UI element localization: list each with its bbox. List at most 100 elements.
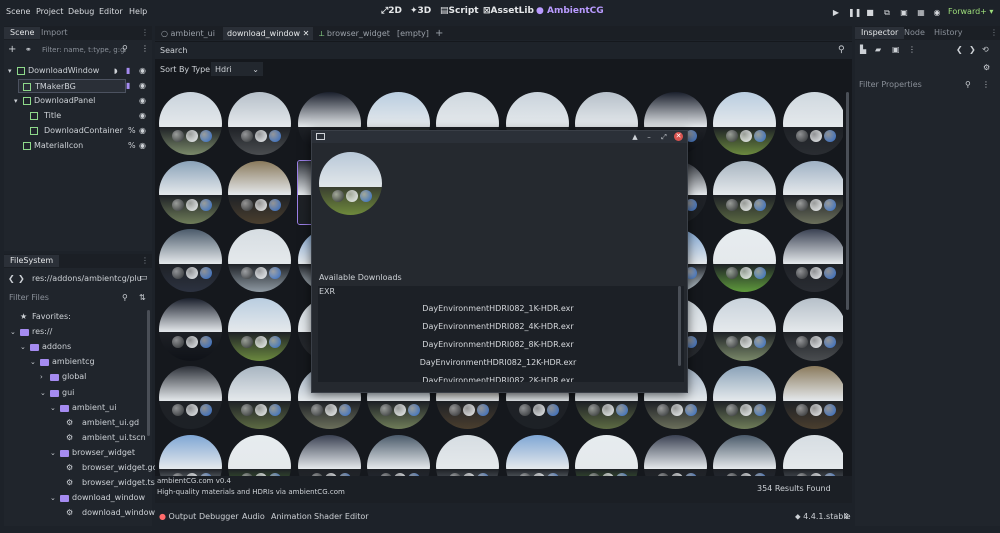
tree-node-tmakerbg[interactable]: TMakerBG — [18, 79, 126, 93]
workspace-2d-button[interactable]: ⤢2D — [381, 6, 402, 16]
filesystem-scrollbar[interactable] — [147, 310, 150, 436]
hdri-thumbnail[interactable] — [782, 434, 843, 476]
collapse-icon[interactable]: ⌄ — [50, 401, 56, 415]
collapse-icon[interactable]: ⌄ — [10, 325, 16, 339]
collapse-icon[interactable]: › — [40, 370, 43, 384]
file-filter-input[interactable]: Filter Files — [9, 293, 49, 302]
history-icon[interactable]: ⟲ — [982, 45, 989, 54]
menu-help[interactable]: Help — [129, 7, 147, 16]
hdri-thumbnail[interactable] — [228, 297, 292, 361]
tab-output[interactable]: ● Output — [159, 512, 196, 521]
tab-empty[interactable]: [empty] — [393, 27, 433, 40]
hdri-thumbnail[interactable] — [228, 434, 292, 476]
add-node-icon[interactable]: + — [8, 44, 16, 55]
hdri-thumbnail[interactable] — [713, 92, 777, 155]
back-icon[interactable]: ❮ — [8, 274, 15, 283]
collapse-icon[interactable]: ⌄ — [40, 386, 46, 400]
hdri-thumbnail[interactable] — [159, 160, 222, 224]
menu-editor[interactable]: Editor — [99, 7, 123, 16]
tree-node-materialicon[interactable]: MaterialIcon % ◉ — [4, 139, 152, 153]
visibility-icon[interactable]: ◉ — [139, 124, 146, 138]
hdri-thumbnail[interactable] — [782, 160, 843, 224]
play-scene-icon[interactable]: ▣ — [899, 8, 909, 18]
hdri-thumbnail[interactable] — [713, 160, 777, 224]
hdri-thumbnail[interactable] — [436, 434, 500, 476]
panel-toggle-icon[interactable]: ⇕ — [843, 512, 850, 521]
hdri-thumbnail[interactable] — [574, 434, 638, 476]
grid-scrollbar[interactable] — [846, 92, 849, 310]
tree-node-downloadpanel[interactable]: ▾ DownloadPanel ◉ — [4, 94, 152, 108]
file-tree-item[interactable]: ⌄ addons — [4, 340, 152, 354]
window-titlebar[interactable]: ▲ – ⤢ ✕ — [312, 131, 687, 143]
download-link[interactable]: DayEnvironmentHDRI082_4K-HDR.exr — [318, 322, 678, 331]
file-tree-item[interactable]: ⚙ ambient_ui.gd — [4, 416, 152, 430]
link-icon[interactable]: ⚭ — [25, 45, 32, 54]
tab-animation[interactable]: Animation — [271, 512, 312, 521]
file-tree-item[interactable]: ⌄ download_window — [4, 491, 152, 505]
hdri-thumbnail[interactable] — [228, 160, 292, 224]
sort-dropdown[interactable]: Hdri ⌄ — [211, 62, 263, 76]
workspace-3d-button[interactable]: ✦3D — [410, 6, 431, 16]
menu-debug[interactable]: Debug — [68, 7, 94, 16]
visibility-icon[interactable]: ◉ — [139, 64, 146, 78]
maximize-icon[interactable]: ⤢ — [659, 132, 669, 142]
hdri-thumbnail[interactable] — [505, 434, 569, 476]
hdri-thumbnail[interactable] — [228, 229, 292, 292]
hdri-thumbnail[interactable] — [713, 229, 777, 292]
options-icon[interactable]: ⋮ — [982, 80, 990, 89]
search-icon[interactable]: ⚲ — [838, 45, 845, 55]
collapse-icon[interactable]: ⌄ — [50, 491, 56, 505]
hdri-thumbnail[interactable] — [713, 366, 777, 429]
tree-node-downloadcontainer[interactable]: DownloadContainer % ◉ — [4, 124, 152, 138]
tab-inspector[interactable]: Inspector — [855, 27, 905, 39]
new-tab-icon[interactable]: + — [431, 27, 447, 40]
hdri-thumbnail[interactable] — [782, 366, 843, 429]
back-icon[interactable]: ❮ — [956, 45, 963, 54]
file-tree-item[interactable]: ⚙ ambient_ui.tscn — [4, 431, 152, 445]
download-link[interactable]: DayEnvironmentHDRI082_8K-HDR.exr — [318, 340, 678, 349]
file-tree-item[interactable]: › global — [4, 370, 152, 384]
forward-icon[interactable]: ❯ — [969, 45, 976, 54]
file-tree-item[interactable]: ⚙ download_window.gd — [4, 506, 167, 520]
file-tree-item[interactable]: ⌄ res:// — [4, 325, 152, 339]
visibility-icon[interactable]: ◉ — [139, 139, 146, 153]
tab-browser-widget[interactable]: ⟂ browser_widget — [315, 27, 394, 40]
tab-download-window[interactable]: download_window ✕ — [223, 27, 314, 40]
object-tools-icon[interactable]: ⚙ — [983, 63, 990, 72]
pin-icon[interactable]: ▲ — [630, 132, 640, 142]
script-icon[interactable]: ▮ — [126, 79, 130, 93]
file-tree-item[interactable]: ⚙ browser_widget.tscn — [4, 476, 164, 490]
script-icon[interactable]: ▮ — [126, 64, 130, 78]
open-folder-icon[interactable]: ▰ — [875, 45, 881, 54]
tab-scene[interactable]: Scene — [4, 27, 41, 39]
forward-icon[interactable]: ❯ — [18, 274, 25, 283]
dock-menu-icon[interactable]: ⋮ — [990, 28, 998, 37]
downloads-scrollbar[interactable] — [678, 286, 681, 366]
sort-icon[interactable]: ⇅ — [139, 293, 146, 302]
tab-node[interactable]: Node — [904, 28, 925, 37]
path-field[interactable]: res://addons/ambientcg/plu — [32, 274, 142, 283]
renderer-selector[interactable]: Forward+ ▾ — [948, 7, 993, 16]
file-tree-item[interactable]: ⌄ browser_widget — [4, 446, 152, 460]
save-icon[interactable]: ▣ — [892, 45, 900, 54]
collapse-icon[interactable]: ▾ — [14, 94, 18, 108]
close-icon[interactable]: ✕ — [674, 132, 683, 141]
file-tree-item[interactable]: ★ Favorites: — [4, 310, 152, 324]
tab-audio[interactable]: Audio — [242, 512, 265, 521]
tree-node-title[interactable]: Title ◉ — [4, 109, 152, 123]
workspace-ambientcg-button[interactable]: ● AmbientCG — [536, 6, 604, 16]
file-tree-item[interactable]: ⌄ ambientcg — [4, 355, 152, 369]
options-icon[interactable]: ⋮ — [908, 45, 916, 54]
menu-project[interactable]: Project — [36, 7, 63, 16]
hdri-thumbnail[interactable] — [228, 92, 292, 155]
download-window[interactable]: ▲ – ⤢ ✕ Available Downloads EXR DayEnvir… — [311, 130, 688, 393]
minimize-icon[interactable]: – — [644, 132, 654, 142]
close-icon[interactable]: ✕ — [303, 29, 310, 38]
pause-icon[interactable]: ❚❚ — [848, 8, 861, 18]
hdri-thumbnail[interactable] — [644, 434, 708, 476]
hdri-thumbnail[interactable] — [228, 366, 292, 429]
hdri-thumbnail[interactable] — [782, 92, 843, 155]
movie-maker-icon[interactable]: ◉ — [932, 8, 942, 18]
collapse-icon[interactable]: ⌄ — [50, 446, 56, 460]
play-custom-icon[interactable]: ▦ — [916, 8, 926, 18]
